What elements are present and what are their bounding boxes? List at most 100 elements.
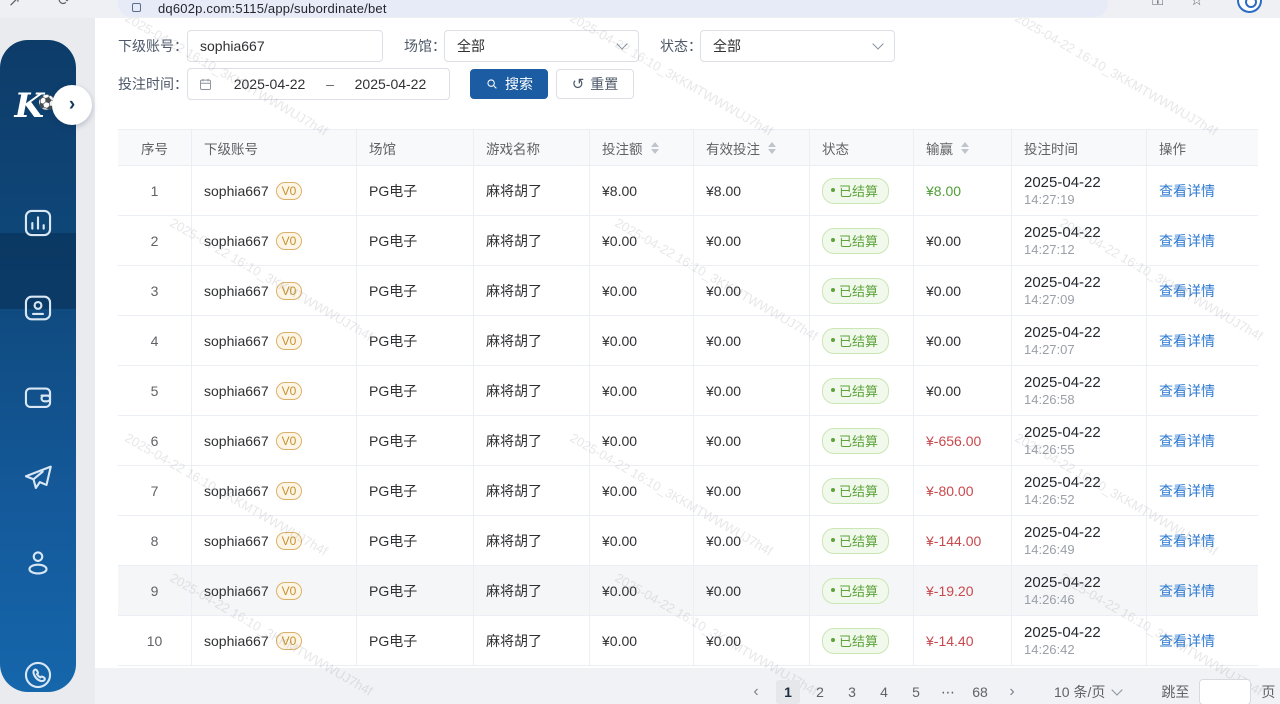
cell-bet-amount: ¥0.00 (590, 266, 694, 316)
address-bar[interactable]: dq602p.com:5115/app/subordinate/bet (118, 0, 1108, 17)
cell-game: 麻将胡了 (474, 416, 590, 466)
search-button[interactable]: 搜索 (470, 69, 548, 99)
table-row: 9 sophia667V0 PG电子 麻将胡了 ¥0.00 ¥0.00 已结算 … (118, 566, 1258, 616)
cell-bet-amount: ¥0.00 (590, 516, 694, 566)
cell-valid-bet: ¥0.00 (694, 366, 810, 416)
cell-bet-amount: ¥0.00 (590, 616, 694, 666)
sidebar-item-service[interactable] (21, 658, 55, 692)
status-select-value: 全部 (713, 36, 741, 56)
status-dot-icon (831, 188, 835, 192)
page-unit-label: 页 (1261, 682, 1275, 702)
cell-win-loss: ¥-144.00 (914, 516, 1012, 566)
view-details-link[interactable]: 查看详情 (1159, 381, 1215, 401)
column-header[interactable]: 有效投注 (694, 130, 810, 166)
view-details-link[interactable]: 查看详情 (1159, 531, 1215, 551)
cell-account: sophia667V0 (192, 466, 357, 516)
sidebar-expand-button[interactable]: › (52, 85, 92, 125)
status-badge: 已结算 (822, 178, 889, 204)
cell-action: 查看详情 (1147, 266, 1258, 316)
view-details-link[interactable]: 查看详情 (1159, 431, 1215, 451)
cell-game: 麻将胡了 (474, 166, 590, 216)
status-badge: 已结算 (822, 328, 889, 354)
table-row: 4 sophia667V0 PG电子 麻将胡了 ¥0.00 ¥0.00 已结算 … (118, 316, 1258, 366)
sidebar-item-wallet[interactable] (21, 380, 55, 414)
column-header-label: 投注额 (602, 138, 643, 158)
page-size-select[interactable]: 10 条/页 (1054, 682, 1121, 702)
page-number[interactable]: 2 (808, 680, 832, 704)
cell-game: 麻将胡了 (474, 516, 590, 566)
cell-action: 查看详情 (1147, 216, 1258, 266)
column-header[interactable]: 投注额 (590, 130, 694, 166)
view-details-link[interactable]: 查看详情 (1159, 481, 1215, 501)
url-text[interactable]: dq602p.com:5115/app/subordinate/bet (158, 1, 387, 16)
table-row: 5 sophia667V0 PG电子 麻将胡了 ¥0.00 ¥0.00 已结算 … (118, 366, 1258, 416)
member-card-icon (21, 291, 55, 325)
table-row: 3 sophia667V0 PG电子 麻将胡了 ¥0.00 ¥0.00 已结算 … (118, 266, 1258, 316)
nav-forward-icon[interactable]: ↗ (8, 0, 21, 10)
status-badge: 已结算 (822, 378, 889, 404)
sidebar-item-reports[interactable] (21, 206, 55, 240)
cell-status: 已结算 (810, 366, 914, 416)
view-details-link[interactable]: 查看详情 (1159, 331, 1215, 351)
cell-account: sophia667V0 (192, 566, 357, 616)
extension-icon[interactable]: ◦ (94, 0, 98, 5)
pagination: ‹ 12345⋯68 › 10 条/页 跳至 页 (740, 679, 1275, 704)
chevron-down-icon (872, 38, 883, 49)
table-body: 1 sophia667V0 PG电子 麻将胡了 ¥8.00 ¥8.00 已结算 … (118, 166, 1258, 666)
wallet-icon (21, 380, 55, 414)
sort-icon[interactable] (961, 142, 969, 154)
cell-index: 8 (118, 516, 192, 566)
chevron-down-icon (1112, 684, 1123, 695)
column-header: 序号 (118, 130, 192, 166)
page-number[interactable]: 5 (904, 680, 928, 704)
cell-valid-bet: ¥0.00 (694, 216, 810, 266)
page-number[interactable]: 4 (872, 680, 896, 704)
password-key-icon[interactable]: ⚿ (1152, 0, 1163, 9)
page-number[interactable]: 1 (776, 680, 800, 704)
status-select[interactable]: 全部 (700, 30, 895, 62)
view-details-link[interactable]: 查看详情 (1159, 581, 1215, 601)
cell-account: sophia667V0 (192, 166, 357, 216)
cell-venue: PG电子 (357, 216, 474, 266)
sort-icon[interactable] (651, 142, 659, 154)
page-number[interactable]: 68 (968, 680, 992, 704)
vip-level-badge: V0 (276, 332, 303, 350)
jump-label: 跳至 (1161, 682, 1189, 702)
venue-select-value: 全部 (457, 36, 485, 56)
table-row: 2 sophia667V0 PG电子 麻将胡了 ¥0.00 ¥0.00 已结算 … (118, 216, 1258, 266)
view-details-link[interactable]: 查看详情 (1159, 281, 1215, 301)
jump-page-input[interactable] (1199, 679, 1251, 704)
status-badge: 已结算 (822, 228, 889, 254)
page-numbers: 12345⋯68 (772, 680, 996, 704)
date-separator: – (326, 76, 334, 92)
bookmark-star-icon[interactable]: ☆ (1190, 0, 1203, 9)
reset-button[interactable]: ↺ 重置 (556, 69, 634, 99)
cell-status: 已结算 (810, 166, 914, 216)
browser-profile-avatar[interactable] (1237, 0, 1262, 13)
date-range-picker[interactable]: 2025-04-22 – 2025-04-22 (187, 68, 450, 100)
cell-win-loss: ¥-19.20 (914, 566, 1012, 616)
sidebar-item-members[interactable] (21, 291, 55, 325)
prev-page-icon[interactable]: ‹ (744, 680, 768, 704)
sidebar-item-promotions[interactable] (21, 461, 55, 495)
status-dot-icon (831, 488, 835, 492)
view-details-link[interactable]: 查看详情 (1159, 231, 1215, 251)
next-page-icon[interactable]: › (1000, 680, 1024, 704)
cell-index: 6 (118, 416, 192, 466)
date-to[interactable]: 2025-04-22 (342, 76, 439, 92)
cell-win-loss: ¥-656.00 (914, 416, 1012, 466)
reload-icon[interactable]: ⟳ (58, 0, 71, 9)
account-input[interactable] (187, 30, 383, 62)
status-dot-icon (831, 538, 835, 542)
sort-icon[interactable] (768, 142, 776, 154)
view-details-link[interactable]: 查看详情 (1159, 631, 1215, 651)
sidebar-item-profile[interactable] (21, 546, 55, 580)
column-header[interactable]: 输赢 (914, 130, 1012, 166)
page-number[interactable]: 3 (840, 680, 864, 704)
date-from[interactable]: 2025-04-22 (221, 76, 318, 92)
venue-select[interactable]: 全部 (444, 30, 639, 62)
vip-level-badge: V0 (276, 382, 303, 400)
view-details-link[interactable]: 查看详情 (1159, 181, 1215, 201)
vip-level-badge: V0 (276, 432, 303, 450)
site-info-icon[interactable] (132, 3, 141, 12)
